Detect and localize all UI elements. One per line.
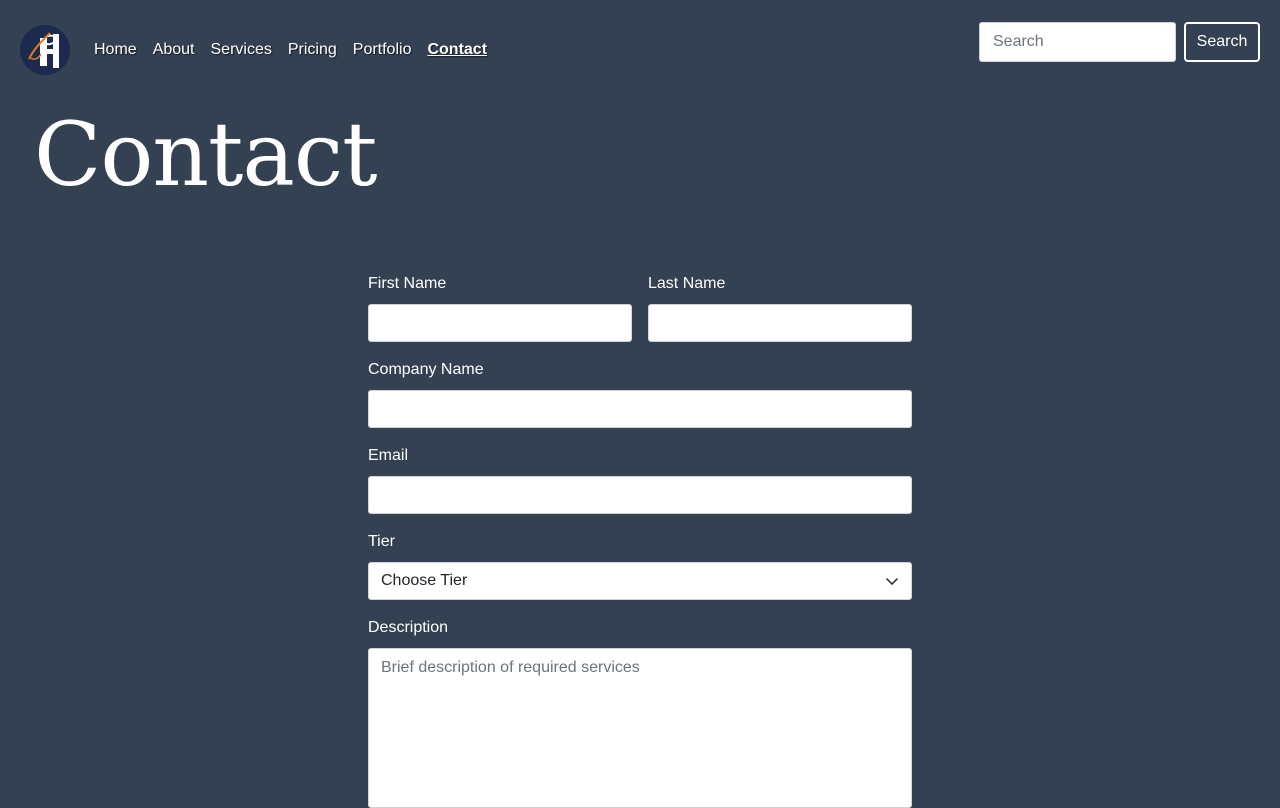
email-field[interactable]: [368, 476, 912, 514]
tier-select[interactable]: Choose Tier: [368, 562, 912, 600]
search-button[interactable]: Search: [1184, 22, 1260, 62]
page-title: Contact: [34, 103, 377, 206]
tier-selected-value: Choose Tier: [381, 572, 468, 589]
nav-link-portfolio[interactable]: Portfolio: [353, 40, 412, 60]
first-name-field[interactable]: [368, 304, 632, 342]
nav-link-contact[interactable]: Contact: [427, 40, 487, 60]
nav-link-home[interactable]: Home: [94, 40, 137, 60]
nav-link-services[interactable]: Services: [211, 40, 272, 60]
company-name-field[interactable]: [368, 390, 912, 428]
description-textarea[interactable]: [368, 648, 912, 808]
logo-icon[interactable]: [20, 25, 70, 75]
last-name-field[interactable]: [648, 304, 912, 342]
nav-link-pricing[interactable]: Pricing: [288, 40, 337, 60]
tier-label: Tier: [368, 533, 395, 550]
description-label: Description: [368, 619, 449, 636]
main-nav: Home About Services Pricing Portfolio Co…: [94, 40, 487, 60]
company-name-label: Company Name: [368, 361, 484, 378]
navbar: Home About Services Pricing Portfolio Co…: [0, 0, 1280, 90]
last-name-label: Last Name: [648, 275, 726, 292]
email-label: Email: [368, 447, 409, 464]
chevron-down-icon: [885, 574, 899, 588]
nav-link-about[interactable]: About: [153, 40, 195, 60]
first-name-label: First Name: [368, 275, 447, 292]
search-input[interactable]: [979, 22, 1176, 62]
